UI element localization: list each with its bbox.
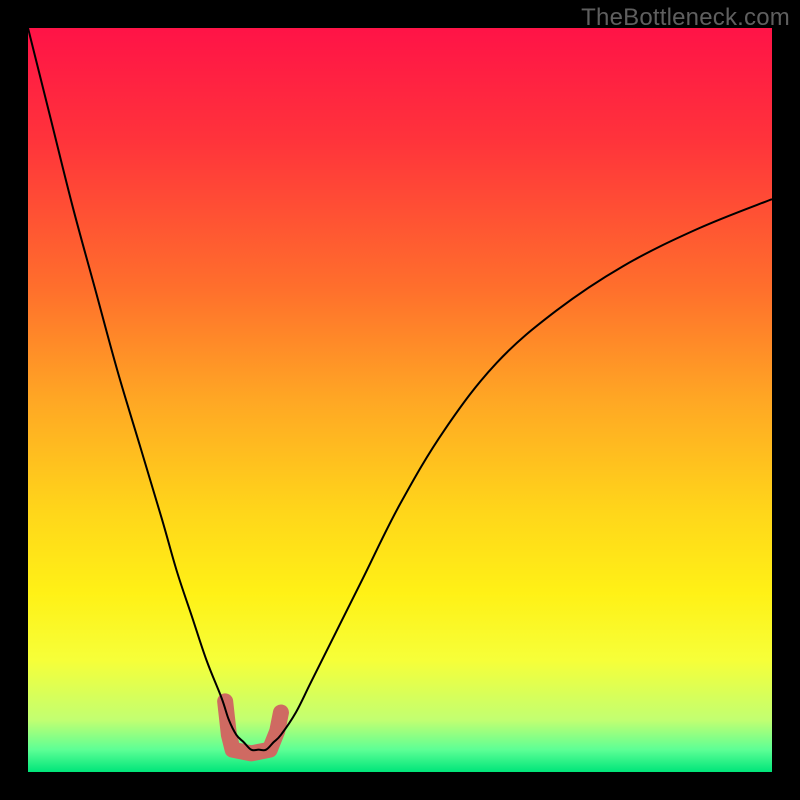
marker-blob [225,701,281,753]
plot-area [28,28,772,772]
curve-layer [28,28,772,772]
chart-frame: TheBottleneck.com [0,0,800,800]
chart-curve [28,28,772,750]
